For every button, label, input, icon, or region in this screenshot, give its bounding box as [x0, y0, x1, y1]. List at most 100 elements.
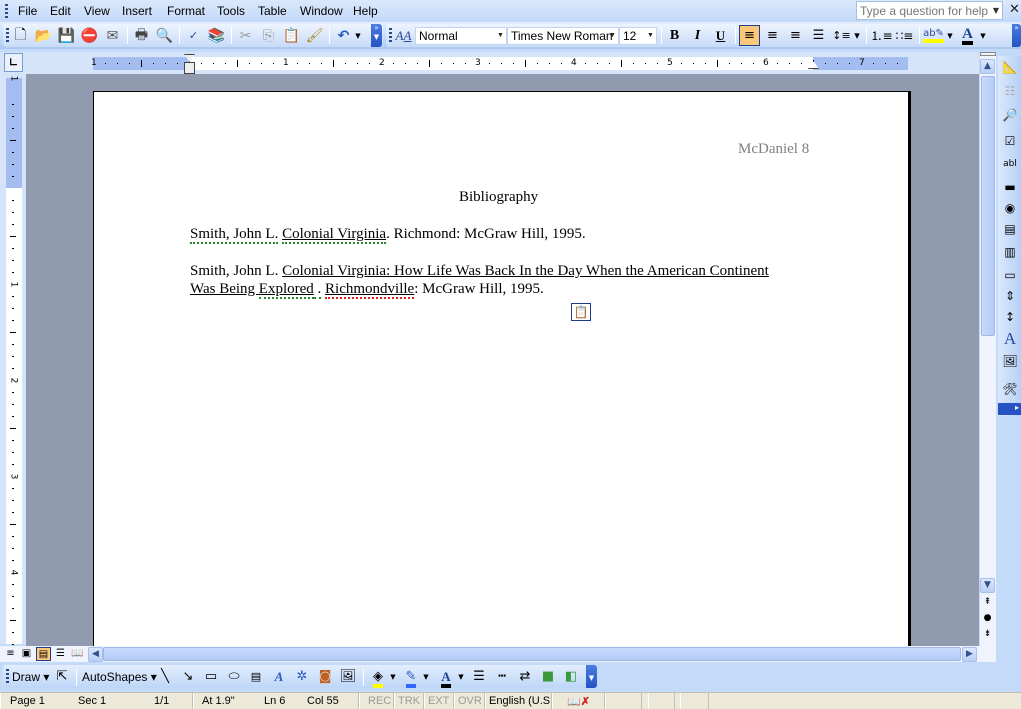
tab-selector-button[interactable]: ∟: [4, 53, 23, 72]
textbox-control-icon[interactable]: abl: [1001, 155, 1019, 173]
combobox-control-icon[interactable]: ▥: [1001, 243, 1019, 261]
outline-view-button[interactable]: ☰: [53, 647, 68, 661]
wordart-icon[interactable]: A: [269, 667, 289, 687]
new-document-icon[interactable]: 🗋: [10, 25, 31, 46]
menu-table[interactable]: Table: [258, 4, 287, 18]
standard-toolbar-options-icon[interactable]: » ▼: [371, 24, 382, 47]
select-browse-object-icon[interactable]: ●: [980, 613, 995, 628]
bold-button[interactable]: B: [664, 25, 685, 46]
shadow-style-icon[interactable]: ■: [538, 667, 558, 687]
previous-page-icon[interactable]: ⇞: [980, 597, 995, 612]
save-icon[interactable]: 💾: [56, 25, 77, 46]
font-color-button[interactable]: A: [957, 25, 978, 46]
chevron-down-icon[interactable]: ▼: [495, 28, 506, 44]
justify-button[interactable]: ☰: [808, 25, 829, 46]
close-document-icon[interactable]: ✕: [1009, 2, 1020, 17]
menu-file[interactable]: File: [18, 4, 37, 18]
copy-icon[interactable]: ⎘: [258, 25, 279, 46]
font-color-dropdown-icon[interactable]: ▼: [978, 25, 988, 46]
select-objects-icon[interactable]: ⇱: [52, 667, 72, 687]
forms-toolbar-options-icon[interactable]: ▸: [998, 403, 1021, 415]
line-style-icon[interactable]: ☰: [469, 667, 489, 687]
bibliography-entry-2-line-1[interactable]: Smith, John L. Colonial Virginia: How Li…: [190, 263, 769, 280]
status-language[interactable]: English (U.S: [489, 695, 550, 707]
command-button-control-icon[interactable]: ▬: [1001, 178, 1019, 196]
standard-toolbar-grip[interactable]: [6, 28, 9, 43]
diagram-icon[interactable]: ✲: [292, 667, 312, 687]
paste-icon[interactable]: 📋: [281, 25, 302, 46]
image-control-icon[interactable]: 🖼: [1001, 352, 1019, 370]
bibliography-entry-2-line-2[interactable]: Was Being Explored . Richmondville: McGr…: [190, 281, 544, 299]
format-painter-icon[interactable]: 🖌: [304, 25, 325, 46]
insert-picture-icon[interactable]: 🖼: [338, 667, 358, 687]
italic-button[interactable]: I: [687, 25, 708, 46]
styles-formatting-icon[interactable]: AA: [393, 25, 414, 46]
scroll-left-button[interactable]: ◀: [88, 647, 103, 662]
permission-icon[interactable]: ⛔: [79, 25, 100, 46]
paste-options-icon[interactable]: 📋: [571, 303, 591, 321]
status-track-changes[interactable]: TRK: [398, 695, 420, 707]
font-size-select[interactable]: 12 ▼: [619, 27, 657, 45]
scrollbar-control-icon[interactable]: ↕: [1001, 308, 1019, 326]
toggle-button-control-icon[interactable]: ▭: [1001, 266, 1019, 284]
drawing-toolbar-grip[interactable]: [6, 669, 9, 683]
draw-menu-button[interactable]: Draw ▾: [12, 670, 49, 684]
horizontal-ruler[interactable]: 1 1 2 3 4 5 6 7: [91, 57, 908, 70]
highlight-button[interactable]: ab✎: [923, 25, 944, 46]
reading-layout-button[interactable]: 📖: [70, 647, 85, 661]
listbox-control-icon[interactable]: ▤: [1001, 220, 1019, 238]
checkbox-control-icon[interactable]: ☑: [1001, 132, 1019, 150]
line-spacing-button[interactable]: ↕≡ ▾: [831, 25, 861, 46]
formatting-toolbar-grip[interactable]: [389, 28, 392, 43]
spin-button-control-icon[interactable]: ⇕: [1001, 287, 1019, 305]
autoshapes-menu-button[interactable]: AutoShapes ▾: [82, 670, 157, 684]
fill-color-icon[interactable]: ◈: [368, 667, 388, 688]
clip-art-icon[interactable]: ◙: [315, 667, 335, 687]
scroll-down-button[interactable]: ▼: [980, 578, 995, 593]
horizontal-scroll-thumb[interactable]: [103, 647, 961, 661]
draw-font-color-icon[interactable]: A: [436, 667, 456, 688]
drawing-toolbar-options-icon[interactable]: ▼: [586, 665, 597, 688]
menu-edit[interactable]: Edit: [50, 4, 71, 18]
research-icon[interactable]: 📚: [206, 25, 227, 46]
oval-tool-icon[interactable]: ⬭: [224, 667, 244, 687]
print-icon[interactable]: 🖶: [131, 25, 152, 46]
line-tool-icon[interactable]: ╲: [155, 667, 175, 687]
chevron-down-icon[interactable]: ▼: [607, 28, 618, 44]
highlight-dropdown-icon[interactable]: ▼: [945, 25, 955, 46]
option-button-control-icon[interactable]: ◉: [1001, 199, 1019, 217]
normal-view-button[interactable]: ≡: [3, 647, 18, 661]
menu-insert[interactable]: Insert: [122, 4, 152, 18]
scroll-right-button[interactable]: ▶: [962, 647, 977, 662]
design-mode-icon[interactable]: 📐: [1001, 58, 1019, 76]
3d-style-icon[interactable]: ◧: [561, 667, 581, 687]
help-dropdown-icon[interactable]: ▼: [990, 2, 1002, 19]
spelling-status-icon[interactable]: 📖✗: [567, 695, 590, 708]
email-icon[interactable]: ✉: [102, 25, 123, 46]
chevron-down-icon[interactable]: ▼: [645, 28, 656, 44]
menu-tools[interactable]: Tools: [217, 4, 245, 18]
arrow-style-icon[interactable]: ⇄: [515, 667, 535, 687]
bullets-button[interactable]: ∷≡: [894, 25, 915, 46]
status-extend-selection[interactable]: EXT: [428, 695, 449, 707]
rectangle-tool-icon[interactable]: ▭: [201, 667, 221, 687]
next-page-icon[interactable]: ⇟: [980, 629, 995, 644]
menu-format[interactable]: Format: [167, 4, 205, 18]
properties-icon[interactable]: ☷: [1001, 82, 1019, 100]
numbering-button[interactable]: ⒈≡: [870, 25, 892, 46]
style-select[interactable]: Normal ▼: [415, 27, 507, 45]
menu-window[interactable]: Window: [300, 4, 343, 18]
split-handle[interactable]: [980, 52, 996, 56]
menu-help[interactable]: Help: [353, 4, 378, 18]
label-control-icon[interactable]: A: [1001, 330, 1019, 348]
align-center-button[interactable]: ≡: [762, 25, 783, 46]
menu-view[interactable]: View: [84, 4, 110, 18]
help-question-input[interactable]: Type a question for help: [856, 1, 1003, 20]
view-code-icon[interactable]: 🔎: [1001, 106, 1019, 124]
status-overtype[interactable]: OVR: [458, 695, 482, 707]
more-controls-icon[interactable]: 🛠: [1001, 380, 1019, 398]
cut-icon[interactable]: ✂: [235, 25, 256, 46]
text-box-tool-icon[interactable]: ▤: [246, 667, 266, 687]
web-layout-view-button[interactable]: ▣: [19, 647, 34, 661]
hanging-indent-marker[interactable]: [184, 62, 195, 74]
